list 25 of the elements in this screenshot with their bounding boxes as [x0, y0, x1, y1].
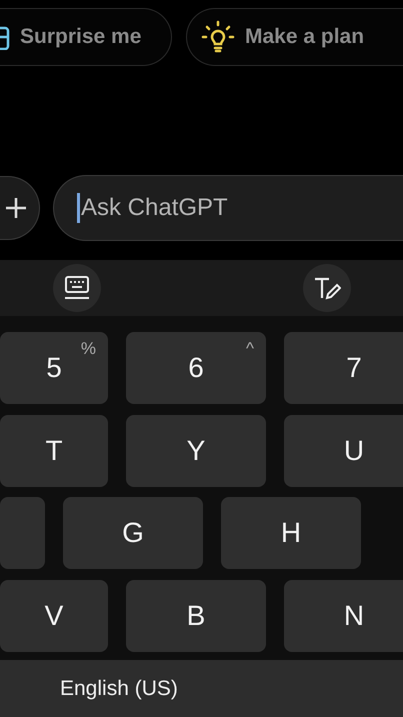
key-hint: % — [80, 340, 96, 357]
text-pen-icon — [313, 276, 341, 300]
keyboard-key[interactable]: 6 ^ — [126, 332, 266, 404]
keyboard-key[interactable]: V — [0, 580, 108, 652]
keyboard-key[interactable]: 7 — [284, 332, 403, 404]
keyboard-key[interactable]: B — [126, 580, 266, 652]
keyboard-key[interactable]: H — [221, 497, 361, 569]
text-cursor — [77, 193, 80, 223]
keyboard-key[interactable]: N — [284, 580, 403, 652]
suggestion-chip[interactable]: Make a plan — [186, 8, 403, 66]
plus-icon — [4, 197, 26, 219]
handwriting-button[interactable] — [303, 264, 351, 312]
key-hint: ^ — [246, 340, 254, 357]
language-label: English (US) — [60, 676, 178, 702]
message-input[interactable]: Ask ChatGPT — [53, 175, 403, 241]
lightbulb-icon — [201, 20, 235, 54]
suggestion-chip[interactable]: Surprise me — [0, 8, 172, 66]
keyboard-key[interactable]: Y — [126, 414, 266, 486]
keyboard-key[interactable]: G — [63, 497, 203, 569]
keyboard-key[interactable]: T — [0, 414, 108, 486]
keyboard-icon — [64, 276, 90, 300]
keyboard-button[interactable] — [53, 264, 101, 312]
add-button[interactable] — [0, 176, 40, 240]
keyboard-key[interactable]: 5 % — [0, 332, 108, 404]
keyboard-key[interactable]: U — [284, 414, 403, 486]
